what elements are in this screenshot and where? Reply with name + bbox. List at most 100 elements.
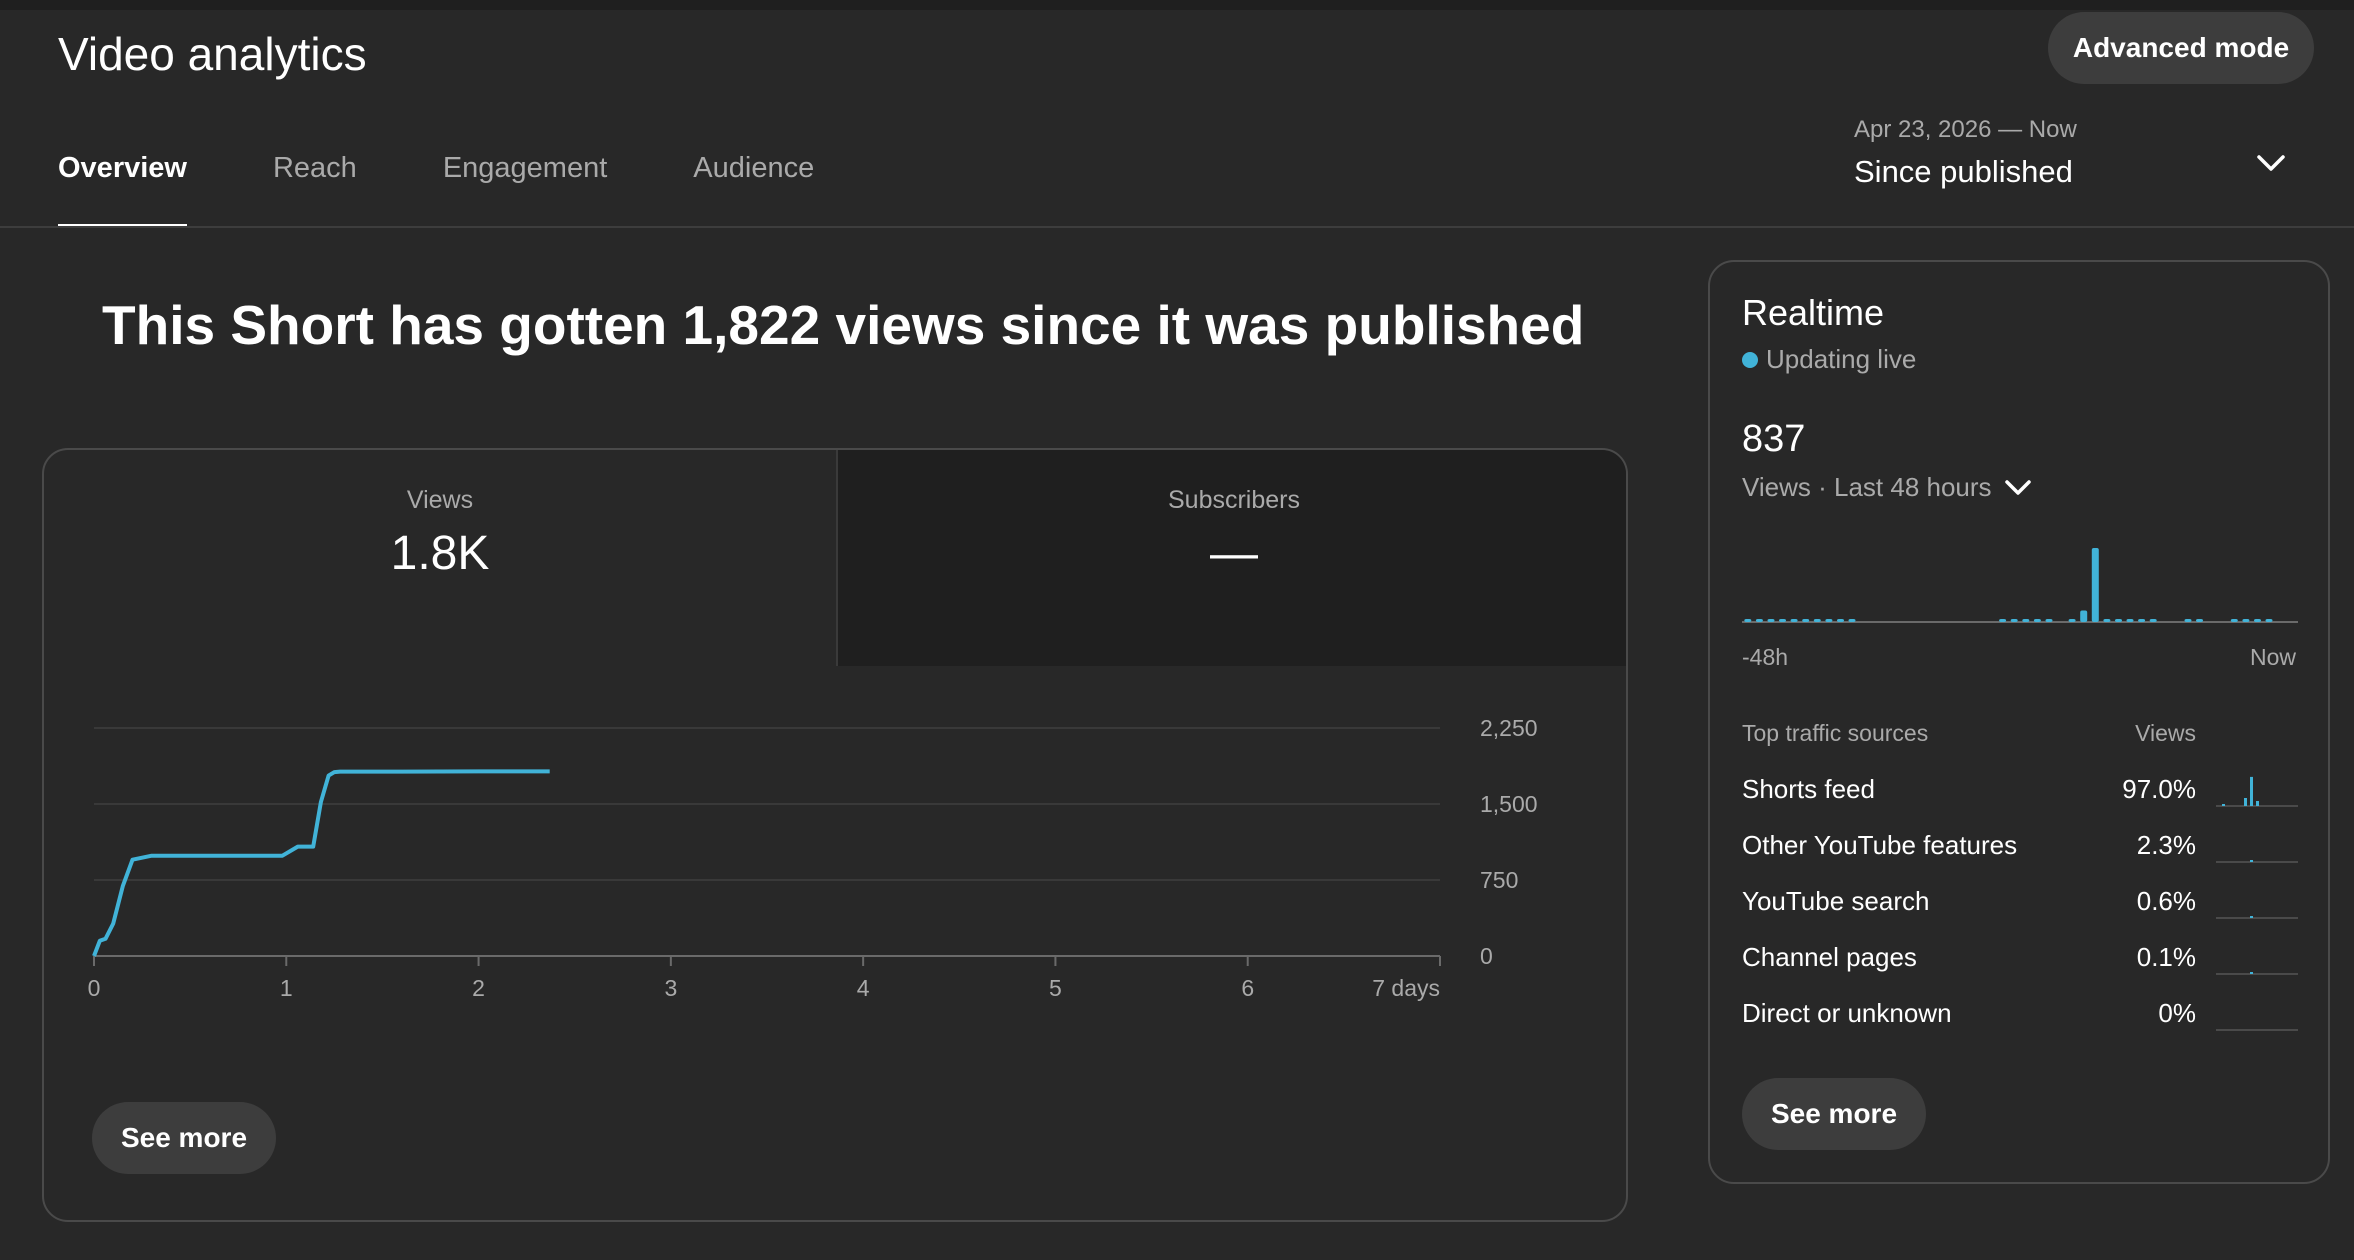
- tab-reach[interactable]: Reach: [273, 152, 357, 228]
- x-tick-label: 3: [664, 975, 677, 1001]
- traffic-sources-title: Top traffic sources: [1742, 720, 1929, 746]
- metric-value: —: [1210, 527, 1258, 580]
- date-range-label: Since published: [1854, 154, 2073, 189]
- views-card: Views 1.8K Subscribers — 0 750 1,500 2,250 0…: [42, 448, 1628, 1222]
- realtime-bar: [1999, 619, 2007, 622]
- sparkline-bar: [2222, 804, 2225, 806]
- sparkline-bar: [2250, 860, 2253, 862]
- advanced-mode-button[interactable]: Advanced mode: [2048, 12, 2314, 84]
- metric-value: 1.8K: [390, 527, 490, 580]
- traffic-source-row: Direct or unknown 0%: [1742, 996, 2298, 1052]
- traffic-source-percent: 97.0%: [2122, 774, 2196, 804]
- realtime-bar: [2068, 619, 2076, 622]
- realtime-bar: [1790, 619, 1798, 622]
- realtime-bar: [2091, 548, 2099, 622]
- x-tick-label: 6: [1241, 975, 1254, 1001]
- traffic-sources-views-header: Views: [2135, 720, 2196, 746]
- realtime-bar: [2115, 619, 2122, 622]
- traffic-source-name: Shorts feed: [1742, 774, 1875, 804]
- traffic-sources-list: Shorts feed 97.0% Other YouTube features…: [1742, 772, 2298, 1052]
- traffic-source-percent: 0.6%: [2136, 886, 2196, 916]
- views-series-line: [92, 769, 550, 957]
- realtime-bar: [2045, 619, 2053, 622]
- x-tick-label: 2: [472, 975, 485, 1001]
- sparkline-bar: [2250, 916, 2253, 918]
- traffic-sources-header: Top traffic sources Views: [1742, 720, 2298, 750]
- realtime-bar: [2242, 619, 2250, 622]
- metric-tab-views[interactable]: Views 1.8K: [44, 450, 836, 666]
- y-tick-label: 2,250: [1480, 715, 1538, 741]
- tab-overview[interactable]: Overview: [58, 152, 187, 228]
- views-headline: This Short has gotten 1,822 views since …: [102, 294, 1585, 356]
- realtime-bar: [2033, 619, 2041, 622]
- x-tick-label: 0: [88, 975, 101, 1001]
- traffic-source-name: Channel pages: [1742, 942, 1917, 972]
- live-dot-icon: [1742, 351, 1758, 368]
- traffic-source-row: Other YouTube features 2.3%: [1742, 828, 2298, 884]
- traffic-source-percent: 0.1%: [2136, 942, 2196, 972]
- views-line-chart: 0 750 1,500 2,250 0 1 2 3 4 5 6 7 days: [88, 715, 1538, 1001]
- chevron-down-icon: [2004, 479, 2031, 495]
- sparkline-bar: [2256, 801, 2259, 806]
- realtime-bar: [2080, 610, 2088, 622]
- tab-bar: Overview Reach Engagement Audience: [58, 152, 900, 228]
- traffic-source-row: Shorts feed 97.0%: [1742, 772, 2298, 828]
- chevron-down-icon: [2257, 155, 2285, 171]
- realtime-status: Updating live: [1742, 344, 1916, 375]
- realtime-bar: [2022, 619, 2030, 622]
- realtime-count: 837: [1742, 418, 1806, 460]
- traffic-source-row: Channel pages 0.1%: [1742, 940, 2298, 996]
- tab-engagement[interactable]: Engagement: [443, 152, 607, 228]
- realtime-period-label: Views · Last 48 hours: [1742, 472, 1992, 502]
- x-tick-label: 5: [1049, 975, 1062, 1001]
- realtime-bar: [1779, 619, 1786, 622]
- traffic-source-sparkline: [2216, 860, 2298, 863]
- realtime-period-selector[interactable]: Views · Last 48 hours: [1742, 472, 2032, 503]
- realtime-bar: [2126, 619, 2134, 622]
- traffic-source-sparkline: [2216, 916, 2298, 919]
- traffic-source-percent: 0%: [2158, 998, 2196, 1028]
- metric-label: Subscribers: [1168, 486, 1300, 514]
- top-bar: [0, 0, 2354, 10]
- realtime-bar: [2149, 619, 2157, 622]
- date-range-text: Apr 23, 2026 — Now: [1854, 116, 2077, 143]
- traffic-source-name: Direct or unknown: [1742, 998, 1952, 1028]
- traffic-source-name: Other YouTube features: [1742, 830, 2018, 860]
- traffic-source-sparkline: [2216, 972, 2298, 975]
- x-tick-label: 7 days: [1372, 975, 1440, 1001]
- metric-label: Views: [406, 486, 474, 514]
- traffic-source-name: YouTube search: [1742, 886, 1930, 916]
- realtime-bar: [2103, 619, 2111, 622]
- realtime-title: Realtime: [1742, 292, 1885, 333]
- date-range-picker[interactable]: Apr 23, 2026 — Now Since published: [1854, 112, 2294, 202]
- realtime-bar: [2196, 619, 2203, 622]
- realtime-card: Realtime Updating live 837 Views · Last …: [1708, 260, 2330, 1184]
- traffic-source-percent: 2.3%: [2136, 830, 2196, 860]
- video-analytics-page: Video analytics Advanced mode Overview R…: [0, 0, 2354, 1260]
- sparkline-bar: [2250, 776, 2253, 806]
- realtime-bar: [1767, 619, 1775, 622]
- sparkline-bar: [2250, 972, 2253, 974]
- header-divider: [0, 226, 2354, 228]
- realtime-bar: [2010, 619, 2018, 622]
- realtime-bar: [2138, 619, 2146, 622]
- realtime-see-more-button[interactable]: See more: [1742, 1078, 1926, 1150]
- realtime-bar-chart: [1742, 548, 2298, 623]
- realtime-bar: [1755, 619, 1763, 622]
- realtime-bar: [1744, 619, 1752, 622]
- traffic-source-sparkline: [2216, 776, 2298, 807]
- realtime-bar: [1837, 619, 1844, 622]
- realtime-axis-start: -48h: [1742, 644, 1789, 670]
- realtime-bar: [1825, 619, 1833, 622]
- x-tick-label: 4: [857, 975, 870, 1001]
- metric-tab-subscribers[interactable]: Subscribers —: [836, 450, 1626, 666]
- x-tick-label: 1: [280, 975, 293, 1001]
- realtime-bar: [1802, 619, 1810, 622]
- y-tick-label: 1,500: [1480, 791, 1538, 817]
- see-more-button[interactable]: See more: [92, 1102, 276, 1174]
- tab-audience[interactable]: Audience: [693, 152, 814, 228]
- realtime-status-text: Updating live: [1766, 344, 1917, 374]
- traffic-source-row: YouTube search 0.6%: [1742, 884, 2298, 940]
- realtime-bar: [2184, 619, 2192, 622]
- realtime-bar: [1813, 619, 1821, 622]
